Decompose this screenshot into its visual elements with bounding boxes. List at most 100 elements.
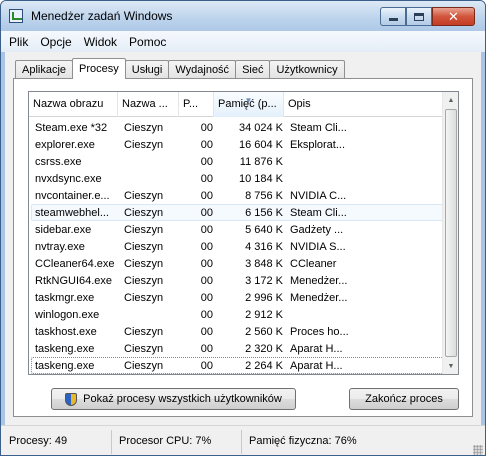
cpu-cell: 00 (200, 139, 213, 151)
menu-file[interactable]: Plik (9, 35, 28, 49)
tab-strip: Aplikacje Procesy Usługi Wydajność Sieć … (15, 58, 345, 79)
image-name-cell: Steam.exe *32 (35, 122, 108, 134)
scroll-down-icon[interactable]: ▼ (443, 358, 458, 374)
window-title: Menedżer zadań Windows (31, 9, 173, 23)
user-name-cell: Cieszyn (124, 292, 164, 304)
table-row[interactable]: explorer.exe Cieszyn 00 16 604 K Eksplorat..… (31, 136, 443, 153)
table-row[interactable]: taskhost.exe Cieszyn 00 2 560 K Proces ho... (31, 323, 443, 340)
cpu-cell: 00 (200, 207, 213, 219)
user-name-cell: Cieszyn (124, 275, 164, 287)
description-cell: Menedżer... (290, 275, 348, 287)
memory-cell: 2 996 K (245, 292, 283, 304)
sort-descending-icon: ▼ (244, 96, 253, 105)
column-header-description[interactable]: Opis (284, 92, 356, 117)
table-row[interactable]: Steam.exe *32 Cieszyn 00 34 024 K Steam Cli.… (31, 119, 443, 136)
tab-services[interactable]: Usługi (124, 60, 170, 79)
show-all-processes-label: Pokaż procesy wszystkich użytkowników (83, 393, 282, 405)
status-process-count: Procesy: 49 (9, 435, 68, 447)
table-row[interactable]: RtkNGUI64.exe Cieszyn 00 3 172 K Menedżer... (31, 272, 443, 289)
memory-cell: 2 320 K (245, 343, 283, 355)
menu-options[interactable]: Opcje (40, 35, 71, 49)
cpu-cell: 00 (200, 156, 213, 168)
memory-cell: 8 756 K (245, 190, 283, 202)
description-cell: Steam Cli... (290, 207, 347, 219)
table-row[interactable]: nvcontainer.e... Cieszyn 00 8 756 K NVIDIA C… (31, 187, 443, 204)
cpu-cell: 00 (200, 241, 213, 253)
cpu-cell: 00 (200, 173, 213, 185)
memory-cell: 10 184 K (238, 173, 283, 185)
process-list[interactable]: Nazwa obrazu Nazwa ... P... ▼ Pamięć (p.… (28, 91, 459, 375)
user-name-cell: Cieszyn (124, 207, 164, 219)
show-all-processes-button[interactable]: Pokaż procesy wszystkich użytkowników (51, 388, 296, 410)
description-cell (287, 171, 359, 186)
processes-panel: Nazwa obrazu Nazwa ... P... ▼ Pamięć (p.… (13, 78, 473, 417)
minimize-icon (388, 18, 398, 21)
cpu-cell: 00 (200, 224, 213, 236)
close-button[interactable]: ✕ (432, 7, 475, 26)
image-name-cell: CCleaner64.exe (35, 258, 115, 270)
user-name-cell (121, 307, 182, 322)
table-row[interactable]: steamwebhel... Cieszyn 00 6 156 K Steam Cli.… (31, 204, 443, 221)
column-header-user-name[interactable]: Nazwa ... (118, 92, 179, 117)
image-name-cell: steamwebhel... (35, 207, 109, 219)
memory-cell: 3 172 K (245, 275, 283, 287)
image-name-cell: nvxdsync.exe (35, 173, 102, 185)
table-row[interactable]: nvtray.exe Cieszyn 00 4 316 K NVIDIA S... (31, 238, 443, 255)
tab-processes[interactable]: Procesy (72, 58, 126, 79)
description-cell: Menedżer... (290, 292, 348, 304)
description-cell: Steam Cli... (290, 122, 347, 134)
table-row[interactable]: csrss.exe 00 11 876 K (31, 153, 443, 170)
user-name-cell: Cieszyn (124, 360, 164, 372)
menu-help[interactable]: Pomoc (129, 35, 166, 49)
image-name-cell: explorer.exe (35, 139, 95, 151)
table-row[interactable]: taskeng.exe Cieszyn 00 2 320 K Aparat H... (31, 340, 443, 357)
scroll-up-icon[interactable]: ▲ (443, 92, 458, 108)
image-name-cell: sidebar.exe (35, 224, 92, 236)
minimize-button[interactable] (380, 7, 406, 26)
description-cell (287, 154, 359, 169)
status-divider (241, 430, 242, 454)
table-row[interactable]: taskmgr.exe Cieszyn 00 2 996 K Menedżer... (31, 289, 443, 306)
cpu-cell: 00 (200, 122, 213, 134)
image-name-cell: csrss.exe (35, 156, 82, 168)
maximize-icon (414, 12, 424, 21)
image-name-cell: winlogon.exe (35, 309, 100, 321)
table-row[interactable]: winlogon.exe 00 2 912 K (31, 306, 443, 323)
description-cell: Proces ho... (290, 326, 349, 338)
user-name-cell: Cieszyn (124, 122, 164, 134)
end-process-button[interactable]: Zakończ proces (349, 388, 459, 410)
status-physical-memory: Pamięć fizyczna: 76% (249, 435, 357, 447)
menu-bar: Plik Opcje Widok Pomoc (1, 31, 485, 52)
maximize-button[interactable] (406, 7, 432, 26)
table-row[interactable]: CCleaner64.exe Cieszyn 00 3 848 K CCleaner (31, 255, 443, 272)
table-row[interactable]: taskeng.exe Cieszyn 00 2 264 K Aparat H... (31, 357, 443, 374)
column-header-image-name[interactable]: Nazwa obrazu (29, 92, 118, 117)
memory-cell: 2 264 K (245, 360, 283, 372)
table-row[interactable]: sidebar.exe Cieszyn 00 5 640 K Gadżety ... (31, 221, 443, 238)
image-name-cell: RtkNGUI64.exe (35, 275, 113, 287)
user-name-cell: Cieszyn (124, 139, 164, 151)
menu-view[interactable]: Widok (84, 35, 117, 49)
user-name-cell (121, 154, 182, 169)
cpu-cell: 00 (200, 258, 213, 270)
tab-network[interactable]: Sieć (235, 60, 271, 79)
cpu-cell: 00 (200, 190, 213, 202)
memory-cell: 4 316 K (245, 241, 283, 253)
description-cell: NVIDIA S... (290, 241, 346, 253)
list-header: Nazwa obrazu Nazwa ... P... ▼ Pamięć (p.… (29, 92, 443, 117)
cpu-cell: 00 (200, 275, 213, 287)
tab-applications[interactable]: Aplikacje (15, 60, 74, 79)
scroll-thumb[interactable] (445, 109, 457, 357)
title-bar[interactable]: Menedżer zadań Windows ✕ (1, 1, 485, 31)
cpu-cell: 00 (200, 360, 213, 372)
table-row[interactable]: nvxdsync.exe 00 10 184 K (31, 170, 443, 187)
image-name-cell: taskeng.exe (35, 343, 95, 355)
column-header-memory[interactable]: ▼ Pamięć (p... (214, 92, 284, 117)
cpu-cell: 00 (200, 309, 213, 321)
tab-performance[interactable]: Wydajność (168, 60, 237, 79)
column-header-cpu[interactable]: P... (179, 92, 214, 117)
user-name-cell: Cieszyn (124, 343, 164, 355)
vertical-scrollbar[interactable]: ▲ ▼ (442, 92, 458, 374)
resize-grip-icon[interactable] (473, 445, 483, 455)
tab-users[interactable]: Użytkownicy (269, 60, 345, 79)
